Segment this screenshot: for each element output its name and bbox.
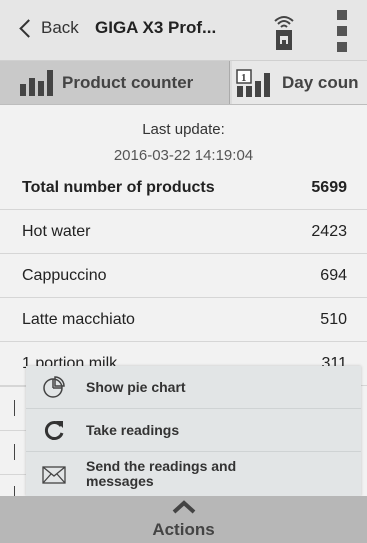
row-divider [0,474,26,475]
menu-item-label: Show pie chart [86,378,186,395]
menu-item-send-readings[interactable]: Send the readings and messages [26,452,361,495]
row-fragment [14,444,15,460]
tab-day-counter[interactable]: 1 Day coun [232,61,367,104]
envelope-icon [42,466,66,484]
actions-button[interactable]: Actions [0,496,367,543]
menu-item-show-pie-chart[interactable]: Show pie chart [26,366,361,409]
counter-value: 2423 [311,223,347,240]
page-title: GIGA X3 Prof... [95,18,217,37]
chevron-up-icon [172,500,196,514]
chevron-left-icon [19,18,38,38]
back-button[interactable]: Back [19,18,79,38]
counter-name: Latte macchiato [22,311,135,328]
tab-bar: Product counter 1 Day coun [0,61,367,105]
row-fragment [14,400,15,416]
tab-label: Product counter [62,73,194,92]
counter-value: 694 [320,267,347,284]
pie-chart-icon [43,376,65,398]
counter-name: Hot water [22,223,91,240]
menu-item-take-readings[interactable]: Take readings [26,409,361,452]
last-update-timestamp: 2016-03-22 14:19:04 [113,147,254,164]
actions-menu: Show pie chart Take readings Send the re… [26,366,361,496]
last-update-label: Last update: [142,121,225,138]
calendar-bar-icon: 1 [236,69,270,97]
counter-name: Cappuccino [22,267,107,284]
table-row: Hot water 2423 [0,210,367,254]
counter-value: 5699 [311,179,347,196]
refresh-icon [44,421,64,440]
svg-text:1: 1 [241,72,247,84]
counter-name: Total number of products [22,179,215,196]
menu-item-label: Send the readings and messages [86,457,237,489]
tab-product-counter[interactable]: Product counter [0,61,230,104]
counter-value: 510 [320,311,347,328]
row-divider [0,386,26,387]
row-divider [0,430,26,431]
tab-label: Day coun [282,73,359,92]
coffee-machine-wifi-icon[interactable] [271,12,297,52]
back-label: Back [41,18,79,37]
kebab-menu-icon[interactable] [337,10,347,52]
app-header: Back GIGA X3 Prof... [0,0,367,61]
menu-item-label: Take readings [86,421,180,438]
bar-chart-icon [20,70,53,96]
row-fragment [14,486,15,496]
table-row: Total number of products 5699 [0,166,367,210]
actions-label: Actions [152,520,215,539]
table-row: Latte macchiato 510 [0,298,367,342]
table-row: Cappuccino 694 [0,254,367,298]
